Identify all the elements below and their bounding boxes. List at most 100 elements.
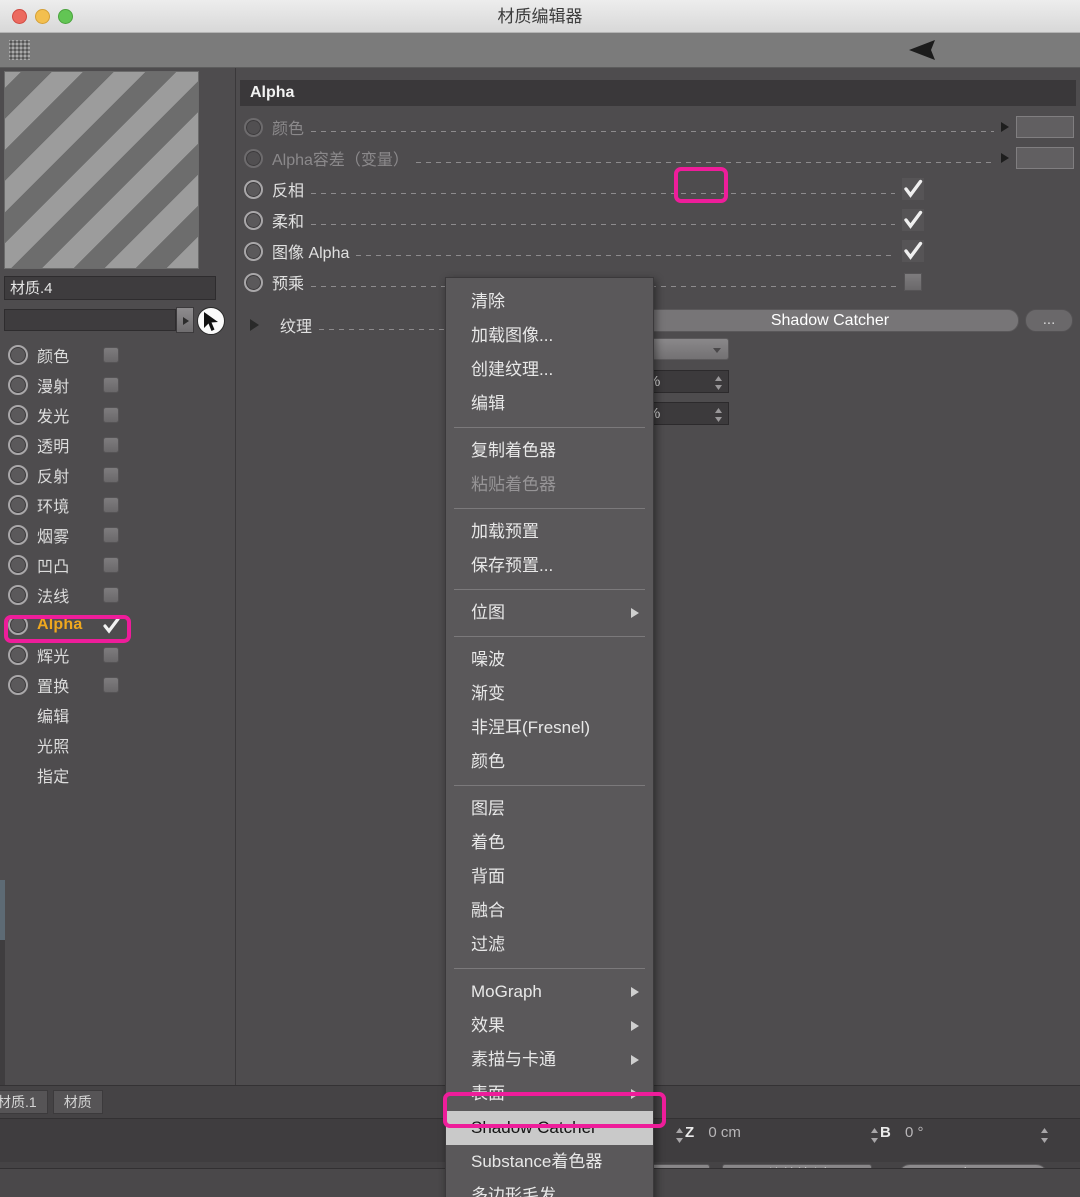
channel-checkbox[interactable] bbox=[103, 647, 119, 663]
tab-material-1[interactable]: 材质.1 bbox=[0, 1090, 48, 1114]
right-triangle-icon[interactable] bbox=[176, 307, 194, 333]
radio-icon[interactable] bbox=[8, 465, 28, 485]
radio-icon[interactable] bbox=[8, 645, 28, 665]
sidebar-item-edit[interactable]: 编辑 bbox=[0, 700, 236, 730]
menu-item-fresnel[interactable]: 非涅耳(Fresnel) bbox=[446, 711, 653, 745]
property-row-premultiply[interactable]: 预乘 bbox=[244, 267, 1074, 297]
radio-icon[interactable] bbox=[244, 210, 263, 230]
menu-item-fusion[interactable]: 融合 bbox=[446, 894, 653, 928]
sidebar-item-assign[interactable]: 指定 bbox=[0, 760, 236, 790]
channel-checkbox[interactable] bbox=[103, 377, 119, 393]
sidebar-channel-diffuse[interactable]: 漫射 bbox=[0, 370, 236, 400]
menu-item-substance-shader[interactable]: Substance着色器 bbox=[446, 1145, 653, 1179]
property-row-alpha-tolerance[interactable]: Alpha容差（变量） bbox=[244, 143, 1074, 173]
percent-field-2[interactable]: % bbox=[641, 402, 729, 425]
channel-checkbox[interactable] bbox=[103, 497, 119, 513]
image-alpha-checkbox[interactable] bbox=[902, 240, 924, 262]
radio-icon[interactable] bbox=[8, 675, 28, 695]
sidebar-channel-glow[interactable]: 辉光 bbox=[0, 640, 236, 670]
spinner-icon[interactable] bbox=[714, 407, 723, 422]
diagonal-stripes-material-preview[interactable] bbox=[4, 71, 199, 269]
right-triangle-icon[interactable] bbox=[1001, 122, 1009, 132]
spinner-icon[interactable] bbox=[870, 1126, 879, 1143]
radio-icon[interactable] bbox=[8, 555, 28, 575]
sidebar-scrollbar[interactable] bbox=[0, 880, 5, 1148]
menu-item-mograph[interactable]: MoGraph bbox=[446, 975, 653, 1009]
menu-item-edit[interactable]: 编辑 bbox=[446, 387, 653, 421]
menu-item-polygon-hair[interactable]: 多边形毛发 bbox=[446, 1179, 653, 1197]
invert-checkbox[interactable] bbox=[902, 178, 924, 200]
material-name-field[interactable]: 材质.4 bbox=[4, 276, 216, 300]
spinner-icon[interactable] bbox=[714, 375, 723, 390]
radio-icon[interactable] bbox=[8, 585, 28, 605]
sidebar-item-illumination[interactable]: 光照 bbox=[0, 730, 236, 760]
cursor-arrow-icon[interactable] bbox=[197, 307, 225, 335]
property-row-image-alpha[interactable]: 图像 Alpha bbox=[244, 236, 1074, 266]
radio-icon[interactable] bbox=[8, 405, 28, 425]
color-swatch[interactable] bbox=[1016, 116, 1074, 138]
channel-checkbox[interactable] bbox=[103, 557, 119, 573]
menu-item-color[interactable]: 颜色 bbox=[446, 745, 653, 779]
sidebar-channel-bump[interactable]: 凹凸 bbox=[0, 550, 236, 580]
channel-checkbox[interactable] bbox=[103, 467, 119, 483]
shader-more-button[interactable]: ... bbox=[1025, 309, 1073, 332]
channel-checkbox[interactable] bbox=[103, 677, 119, 693]
coordinate-field-b[interactable]: B 0 ° bbox=[871, 1120, 1050, 1146]
sidebar-channel-alpha[interactable]: Alpha bbox=[0, 610, 236, 640]
premultiply-checkbox[interactable] bbox=[904, 273, 922, 291]
drag-grip-icon[interactable] bbox=[9, 40, 30, 60]
menu-item-sketch-and-toon[interactable]: 素描与卡通 bbox=[446, 1043, 653, 1077]
radio-icon[interactable] bbox=[244, 241, 263, 261]
spinner-icon[interactable] bbox=[675, 1126, 684, 1143]
menu-item-bitmap[interactable]: 位图 bbox=[446, 596, 653, 630]
menu-item-layer[interactable]: 图层 bbox=[446, 792, 653, 826]
left-triangle-icon[interactable] bbox=[905, 39, 945, 61]
search-input[interactable] bbox=[4, 309, 176, 331]
shader-dropdown[interactable] bbox=[641, 338, 729, 360]
menu-item-gradient[interactable]: 渐变 bbox=[446, 677, 653, 711]
tab-material[interactable]: 材质 bbox=[52, 1090, 103, 1114]
menu-item-backlight[interactable]: 背面 bbox=[446, 860, 653, 894]
sidebar-channel-environment[interactable]: 环境 bbox=[0, 490, 236, 520]
radio-icon[interactable] bbox=[244, 148, 263, 168]
radio-icon[interactable] bbox=[244, 117, 263, 137]
menu-item-surfaces[interactable]: 表面 bbox=[446, 1077, 653, 1111]
coordinate-field-z[interactable]: Z 0 cm bbox=[676, 1120, 845, 1146]
sidebar-channel-fog[interactable]: 烟雾 bbox=[0, 520, 236, 550]
right-triangle-icon[interactable] bbox=[1001, 153, 1009, 163]
percent-field-1[interactable]: % bbox=[641, 370, 729, 393]
menu-item-load-preset[interactable]: 加载预置 bbox=[446, 515, 653, 549]
radio-icon[interactable] bbox=[8, 345, 28, 365]
radio-icon[interactable] bbox=[8, 375, 28, 395]
radio-icon[interactable] bbox=[8, 525, 28, 545]
menu-item-copy-shader[interactable]: 复制着色器 bbox=[446, 434, 653, 468]
sidebar-channel-transparency[interactable]: 透明 bbox=[0, 430, 236, 460]
radio-icon[interactable] bbox=[244, 179, 263, 199]
color-swatch[interactable] bbox=[1016, 147, 1074, 169]
property-row-soft[interactable]: 柔和 bbox=[244, 205, 1074, 235]
menu-item-save-preset[interactable]: 保存预置... bbox=[446, 549, 653, 583]
menu-item-clear[interactable]: 清除 bbox=[446, 285, 653, 319]
sidebar-channel-normal[interactable]: 法线 bbox=[0, 580, 236, 610]
expand-triangle-icon[interactable] bbox=[250, 319, 259, 331]
radio-icon[interactable] bbox=[244, 272, 263, 292]
property-row-color[interactable]: 颜色 bbox=[244, 112, 1074, 142]
menu-item-create-texture[interactable]: 创建纹理... bbox=[446, 353, 653, 387]
menu-item-colorize[interactable]: 着色 bbox=[446, 826, 653, 860]
sidebar-channel-displacement[interactable]: 置换 bbox=[0, 670, 236, 700]
spinner-icon[interactable] bbox=[1040, 1126, 1049, 1143]
radio-icon[interactable] bbox=[8, 615, 28, 635]
menu-item-load-image[interactable]: 加载图像... bbox=[446, 319, 653, 353]
menu-item-noise[interactable]: 噪波 bbox=[446, 643, 653, 677]
menu-item-shadow-catcher[interactable]: Shadow Catcher bbox=[446, 1111, 653, 1145]
menu-item-effects[interactable]: 效果 bbox=[446, 1009, 653, 1043]
channel-checkbox[interactable] bbox=[103, 347, 119, 363]
radio-icon[interactable] bbox=[8, 435, 28, 455]
shader-name-button[interactable]: Shadow Catcher bbox=[641, 309, 1019, 332]
sidebar-channel-luminance[interactable]: 发光 bbox=[0, 400, 236, 430]
menu-item-filter[interactable]: 过滤 bbox=[446, 928, 653, 962]
soft-checkbox[interactable] bbox=[902, 209, 924, 231]
property-row-invert[interactable]: 反相 bbox=[244, 174, 1074, 204]
channel-checkbox[interactable] bbox=[103, 587, 119, 603]
sidebar-channel-color[interactable]: 颜色 bbox=[0, 340, 236, 370]
